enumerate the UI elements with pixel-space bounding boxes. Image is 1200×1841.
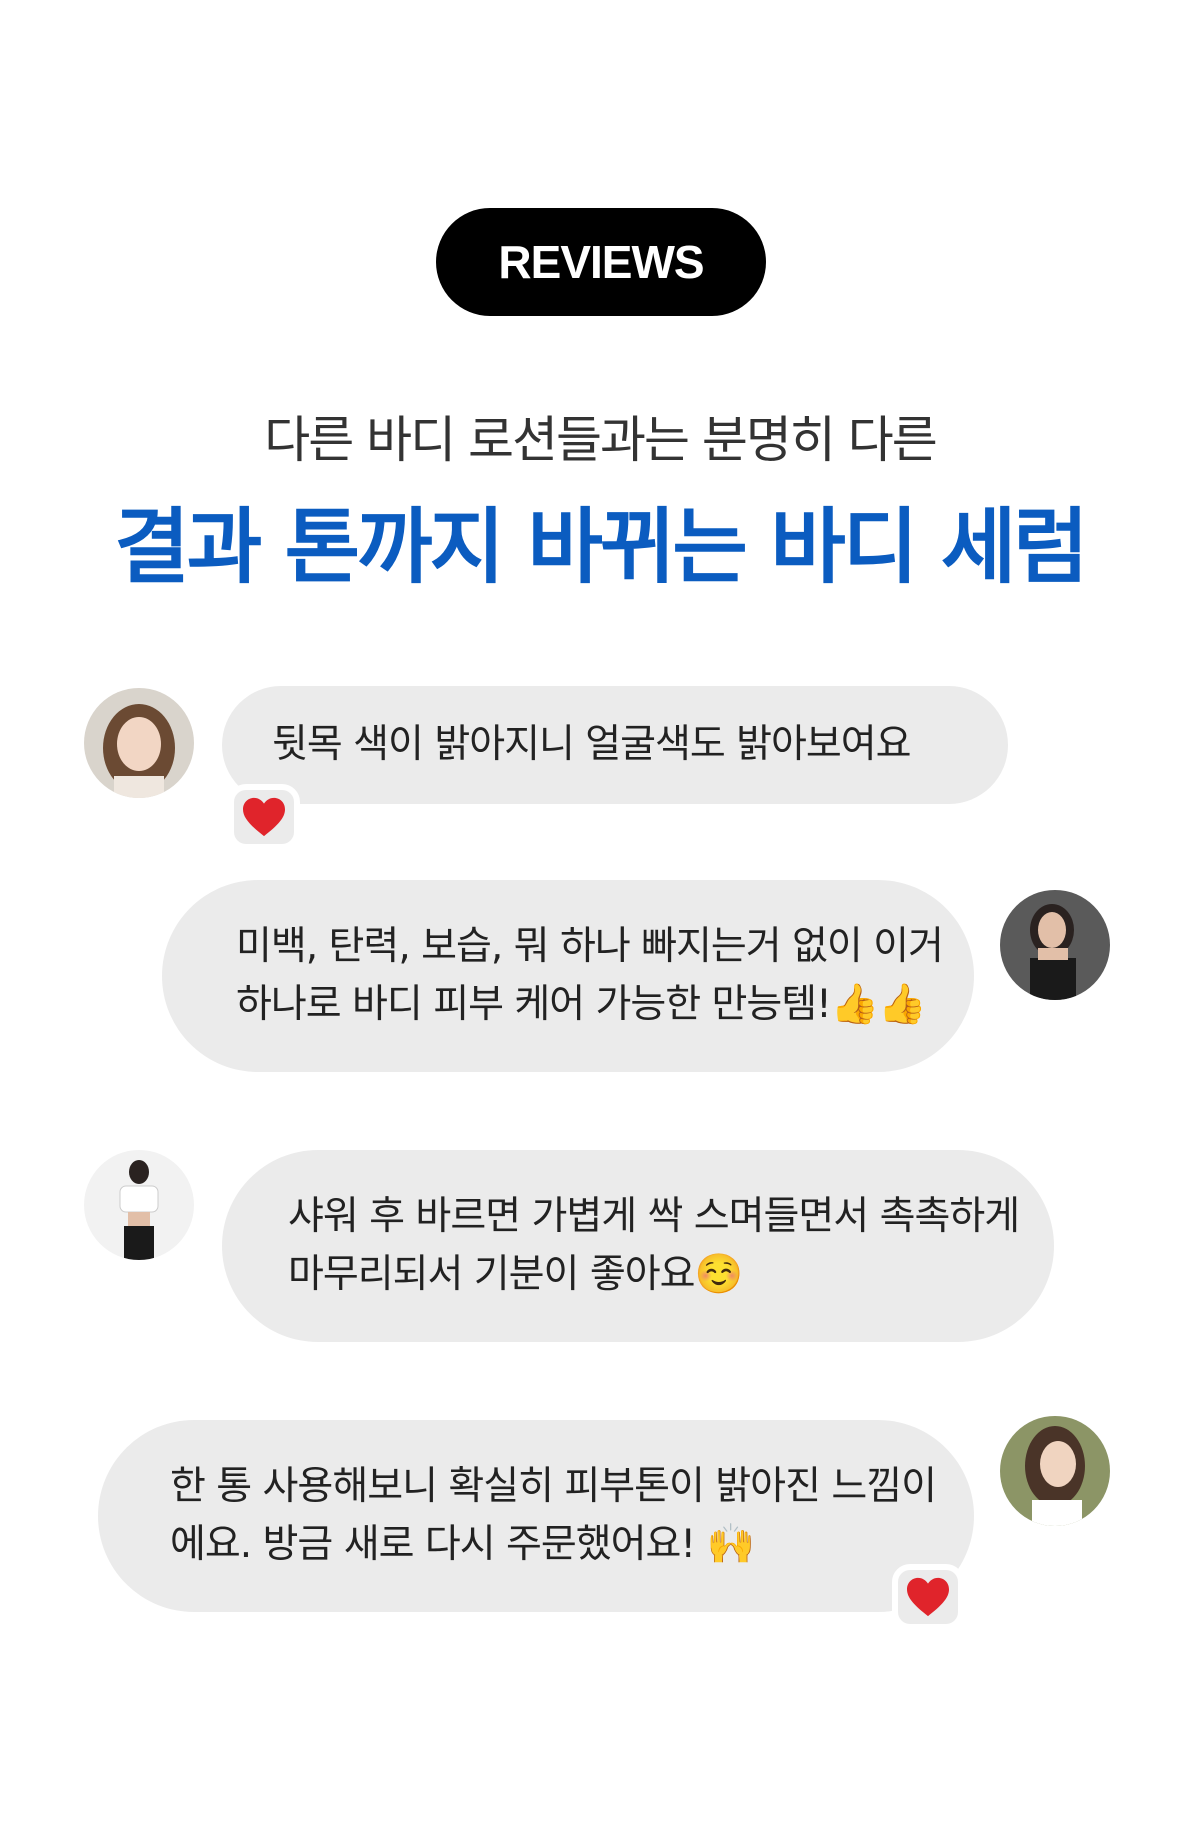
- reviewer-3-avatar: [84, 1150, 194, 1260]
- reviewer-4-avatar: [1000, 1416, 1110, 1526]
- reviewer-2-avatar: [1000, 890, 1110, 1000]
- section-headline: 결과 톤까지 바뀌는 바디 세럼: [114, 500, 1088, 595]
- review-4-text: 한 통 사용해보니 확실히 피부톤이 밝아진 느낌이 에요. 방금 새로 다시 …: [170, 1464, 937, 1567]
- review-2-bubble: 미백, 탄력, 보습, 뭐 하나 빠지는거 없이 이거 하나로 바디 피부 케어…: [162, 880, 974, 1072]
- review-1-text: 뒷목 색이 밝아지니 얼굴색도 밝아보여요: [272, 722, 912, 767]
- review-4-bubble: 한 통 사용해보니 확실히 피부톤이 밝아진 느낌이 에요. 방금 새로 다시 …: [98, 1420, 974, 1612]
- review-2-text: 미백, 탄력, 보습, 뭐 하나 빠지는거 없이 이거 하나로 바디 피부 케어…: [236, 924, 944, 1027]
- review-4-reaction: [892, 1564, 964, 1630]
- section-subtitle: 다른 바디 로션들과는 분명히 다른: [264, 411, 938, 469]
- review-3-text: 샤워 후 바르면 가볍게 싹 스며들면서 촉촉하게 마무리되서 기분이 좋아요☺…: [288, 1194, 1020, 1297]
- review-1-bubble: 뒷목 색이 밝아지니 얼굴색도 밝아보여요: [222, 686, 1008, 804]
- review-1-reaction: [228, 784, 300, 850]
- heart-icon: [907, 1577, 949, 1617]
- reviews-badge: REVIEWS: [436, 208, 766, 316]
- review-3-bubble: 샤워 후 바르면 가볍게 싹 스며들면서 촉촉하게 마무리되서 기분이 좋아요☺…: [222, 1150, 1054, 1342]
- reviews-badge-label: REVIEWS: [498, 236, 704, 288]
- reviewer-1-avatar: [84, 688, 194, 798]
- heart-icon: [243, 797, 285, 837]
